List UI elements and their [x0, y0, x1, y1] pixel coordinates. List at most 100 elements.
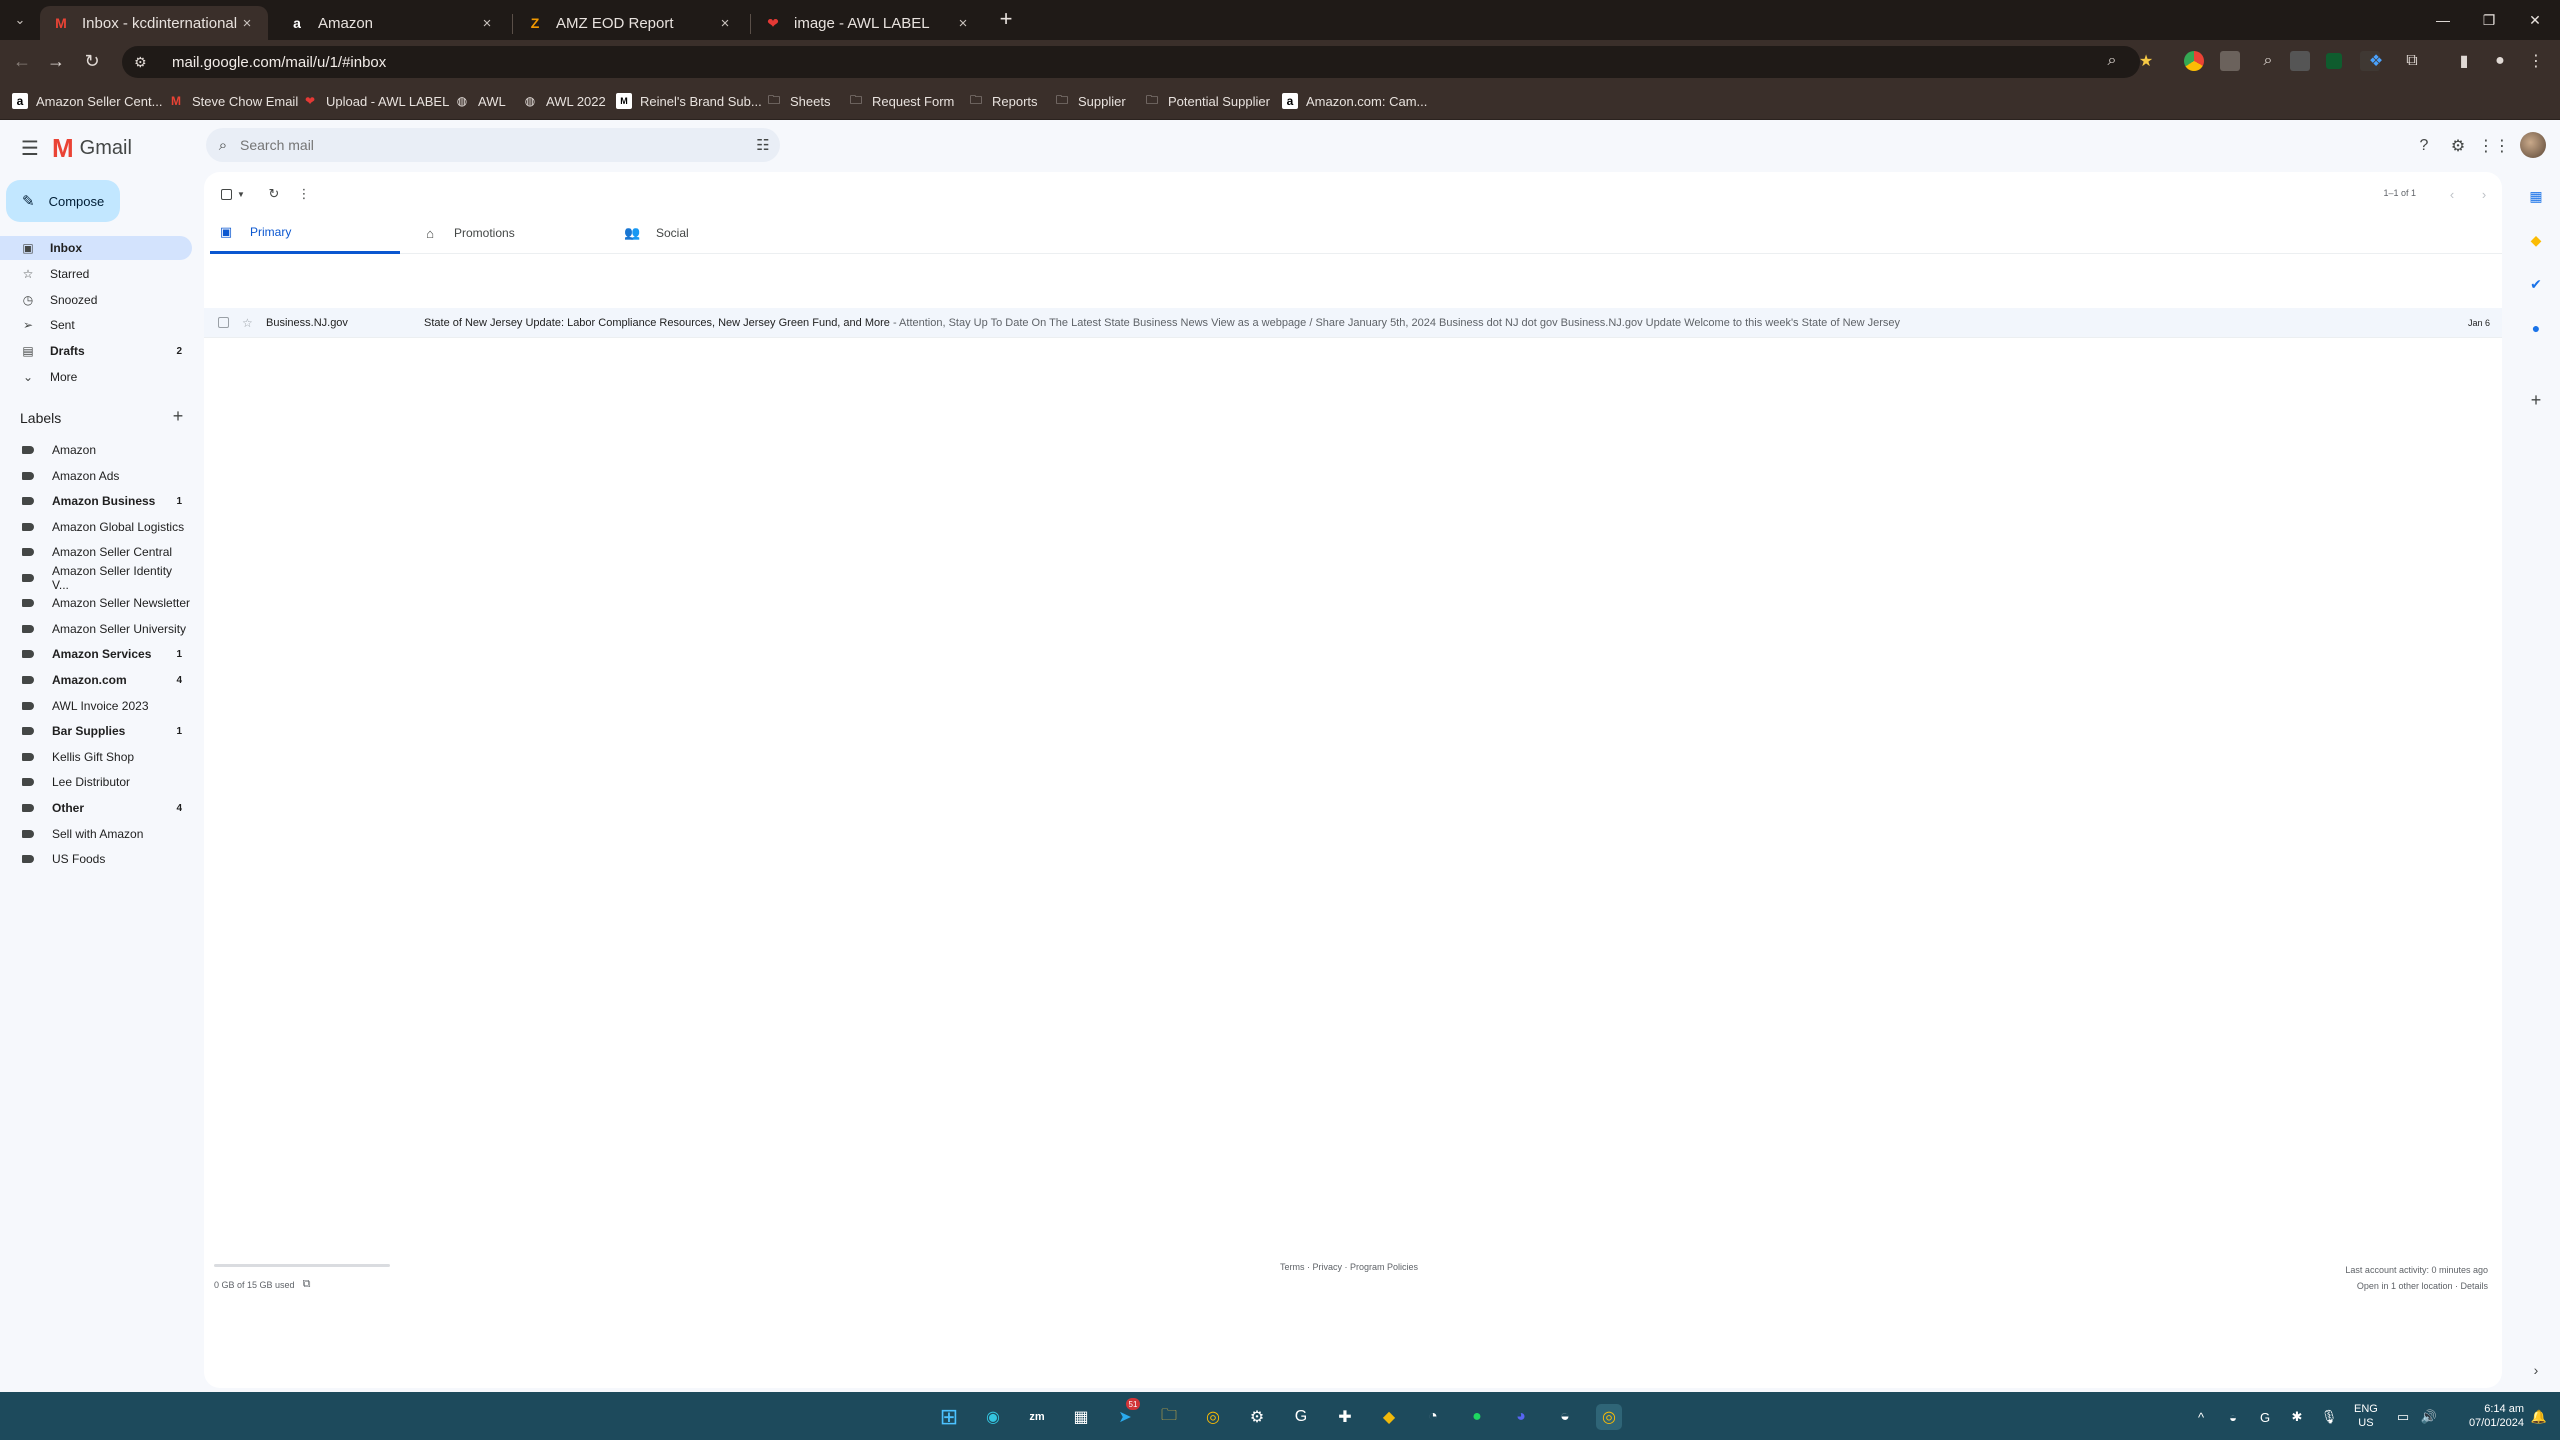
label-amazon-services[interactable]: Amazon Services 1 — [0, 642, 192, 666]
other-location-details-link[interactable]: Open in 1 other location · Details — [2345, 1278, 2488, 1294]
browser-menu-icon[interactable]: ⋮ — [2524, 49, 2548, 73]
account-avatar[interactable] — [2520, 132, 2546, 158]
browser-tab-inbox[interactable]: M Inbox - kcdinternationalllc@gm × — [40, 6, 268, 40]
label-amazon-com[interactable]: Amazon.com 4 — [0, 668, 192, 692]
tray-gog-icon[interactable]: G — [2254, 1406, 2276, 1428]
chrome-icon[interactable]: ◎ — [1200, 1404, 1226, 1430]
calendar-icon[interactable]: ▦ — [2526, 186, 2546, 206]
create-label-plus-icon[interactable]: + — [168, 407, 188, 427]
compose-button[interactable]: ✎ Compose — [6, 180, 120, 222]
minimize-icon[interactable]: — — [2420, 6, 2466, 34]
binance-icon[interactable]: ◆ — [1376, 1404, 1402, 1430]
bookmark-folder-reports[interactable]: 🗀 Reports — [968, 90, 1038, 112]
tab-close-icon[interactable]: × — [238, 15, 256, 32]
steam-icon[interactable]: ◒ — [1552, 1404, 1578, 1430]
bookmark-folder-potential-supplier[interactable]: 🗀 Potential Supplier — [1144, 90, 1270, 112]
site-info-icon[interactable]: ⚙ — [134, 54, 158, 71]
label-other[interactable]: Other 4 — [0, 796, 192, 820]
newer-chevron-right-icon[interactable]: › — [2476, 184, 2492, 204]
bookmark-folder-supplier[interactable]: 🗀 Supplier — [1054, 90, 1126, 112]
extensions-puzzle-icon[interactable]: ⧉ — [2400, 49, 2424, 73]
restore-icon[interactable]: ❐ — [2466, 6, 2512, 34]
bookmark-folder-sheets[interactable]: 🗀 Sheets — [766, 90, 831, 112]
more-options-icon[interactable]: ⋮ — [296, 184, 312, 204]
tray-steam-icon[interactable]: ◒ — [2222, 1406, 2244, 1428]
hide-side-panel-chevron-icon[interactable]: › — [2526, 1360, 2546, 1380]
tab-promotions[interactable]: ⌂ Promotions — [414, 212, 604, 254]
reload-icon[interactable]: ↻ — [80, 49, 104, 73]
nav-sent[interactable]: ➢ Sent — [0, 313, 192, 337]
label-amazon-business[interactable]: Amazon Business 1 — [0, 489, 192, 513]
side-panel-icon[interactable]: ▮ — [2452, 49, 2476, 73]
label-lee-distributor[interactable]: Lee Distributor — [0, 770, 192, 794]
network-icon[interactable]: ▭ — [2392, 1406, 2414, 1428]
nav-starred[interactable]: ☆ Starred — [0, 262, 192, 286]
tray-overflow-chevron-icon[interactable]: ^ — [2190, 1406, 2212, 1428]
tab-close-icon[interactable]: × — [716, 15, 734, 32]
bookmark-awl-2022[interactable]: ◍ AWL 2022 — [522, 90, 606, 112]
spotify-icon[interactable]: ● — [1464, 1404, 1490, 1430]
refresh-icon[interactable]: ↻ — [264, 184, 284, 204]
label-amazon-seller-identity[interactable]: Amazon Seller Identity V... — [0, 564, 192, 592]
nav-inbox[interactable]: ▣ Inbox — [0, 236, 192, 260]
input-language[interactable]: ENG US — [2354, 1402, 2378, 1430]
gog-icon[interactable]: G — [1288, 1404, 1314, 1430]
label-amazon-seller-newsletter[interactable]: Amazon Seller Newsletter — [0, 591, 192, 615]
browser-tab-amazon[interactable]: a Amazon × — [276, 6, 508, 40]
tab-close-icon[interactable]: × — [478, 15, 496, 32]
calculator-icon[interactable]: ▦ — [1068, 1404, 1094, 1430]
file-explorer-icon[interactable]: 🗀 — [1156, 1404, 1182, 1430]
tasks-icon[interactable]: ✔ — [2526, 274, 2546, 294]
extension-search-icon[interactable]: ⌕ — [2256, 49, 2280, 73]
notifications-bell-icon[interactable]: 🔔 — [2528, 1406, 2550, 1428]
search-input[interactable] — [240, 137, 746, 153]
gamepad-icon[interactable]: ✚ — [1332, 1404, 1358, 1430]
windows-start-icon[interactable]: ⊞ — [936, 1404, 962, 1430]
back-arrow-icon[interactable]: ← — [10, 49, 34, 73]
search-icon[interactable]: ⌕ — [206, 137, 240, 154]
nav-drafts[interactable]: ▤ Drafts 2 — [0, 339, 192, 363]
search-options-icon[interactable]: ☷ — [746, 136, 780, 154]
bookmark-steve-chow-email[interactable]: M Steve Chow Email — [168, 90, 298, 112]
nav-more[interactable]: ⌄ More — [0, 365, 192, 389]
bookmark-upload-awl-label[interactable]: ❤ Upload - AWL LABEL — [302, 90, 449, 112]
email-row[interactable]: ☆ Business.NJ.gov State of New Jersey Up… — [204, 308, 2502, 338]
gmail-logo[interactable]: M Gmail — [52, 133, 132, 163]
zoom-icon[interactable]: ⌕ — [2100, 49, 2124, 73]
settings-gear-icon[interactable]: ⚙ — [2446, 134, 2470, 158]
tab-search-chevron-icon[interactable]: ⌄ — [8, 8, 32, 32]
label-amazon-global-logistics[interactable]: Amazon Global Logistics — [0, 515, 192, 539]
label-amazon-seller-university[interactable]: Amazon Seller University — [0, 617, 192, 641]
nav-snoozed[interactable]: ◷ Snoozed — [0, 288, 192, 312]
row-checkbox[interactable] — [218, 317, 229, 328]
edge-icon[interactable]: ◉ — [980, 1404, 1006, 1430]
label-bar-supplies[interactable]: Bar Supplies 1 — [0, 719, 192, 743]
label-awl-invoice-2023[interactable]: AWL Invoice 2023 — [0, 694, 192, 718]
bookmark-folder-request-form[interactable]: 🗀 Request Form — [848, 90, 954, 112]
volume-icon[interactable]: 🔊 — [2418, 1406, 2440, 1428]
older-chevron-left-icon[interactable]: ‹ — [2444, 184, 2460, 204]
bookmark-amazon-com[interactable]: a Amazon.com: Cam... — [1282, 90, 1427, 112]
tab-close-icon[interactable]: × — [954, 15, 972, 32]
new-tab-plus-icon[interactable]: + — [994, 8, 1018, 32]
external-link-icon[interactable]: ⧉ — [303, 1278, 311, 1291]
extension-gray-icon[interactable] — [2290, 51, 2310, 71]
extension-blue-icon[interactable]: ❖ — [2364, 49, 2388, 73]
address-bar[interactable]: ⚙ mail.google.com/mail/u/1/#inbox — [122, 46, 2140, 78]
browser-tab-awl-label[interactable]: ❤ image - AWL LABEL × — [752, 6, 984, 40]
label-amazon-ads[interactable]: Amazon Ads — [0, 464, 192, 488]
browser-tab-amz-eod-report[interactable]: Z AMZ EOD Report × — [514, 6, 746, 40]
close-window-icon[interactable]: ✕ — [2512, 6, 2558, 34]
tray-microphone-icon[interactable]: 🎙 — [2318, 1406, 2340, 1428]
footer-links[interactable]: Terms · Privacy · Program Policies — [1280, 1262, 1418, 1272]
bookmark-reinels-brand[interactable]: M Reinel's Brand Sub... — [616, 90, 762, 112]
zoom-app-icon[interactable]: zm — [1024, 1404, 1050, 1430]
label-amazon-seller-central[interactable]: Amazon Seller Central — [0, 540, 192, 564]
system-clock[interactable]: 6:14 am 07/01/2024 — [2444, 1402, 2524, 1430]
bookmark-awl[interactable]: ◍ AWL — [454, 90, 506, 112]
extension-google-icon[interactable] — [2184, 51, 2204, 71]
select-all-checkbox[interactable]: ▼ — [218, 184, 248, 204]
contacts-icon[interactable]: ● — [2526, 318, 2546, 338]
extension-green-icon[interactable] — [2326, 53, 2342, 69]
extension-off-icon[interactable] — [2220, 51, 2240, 71]
